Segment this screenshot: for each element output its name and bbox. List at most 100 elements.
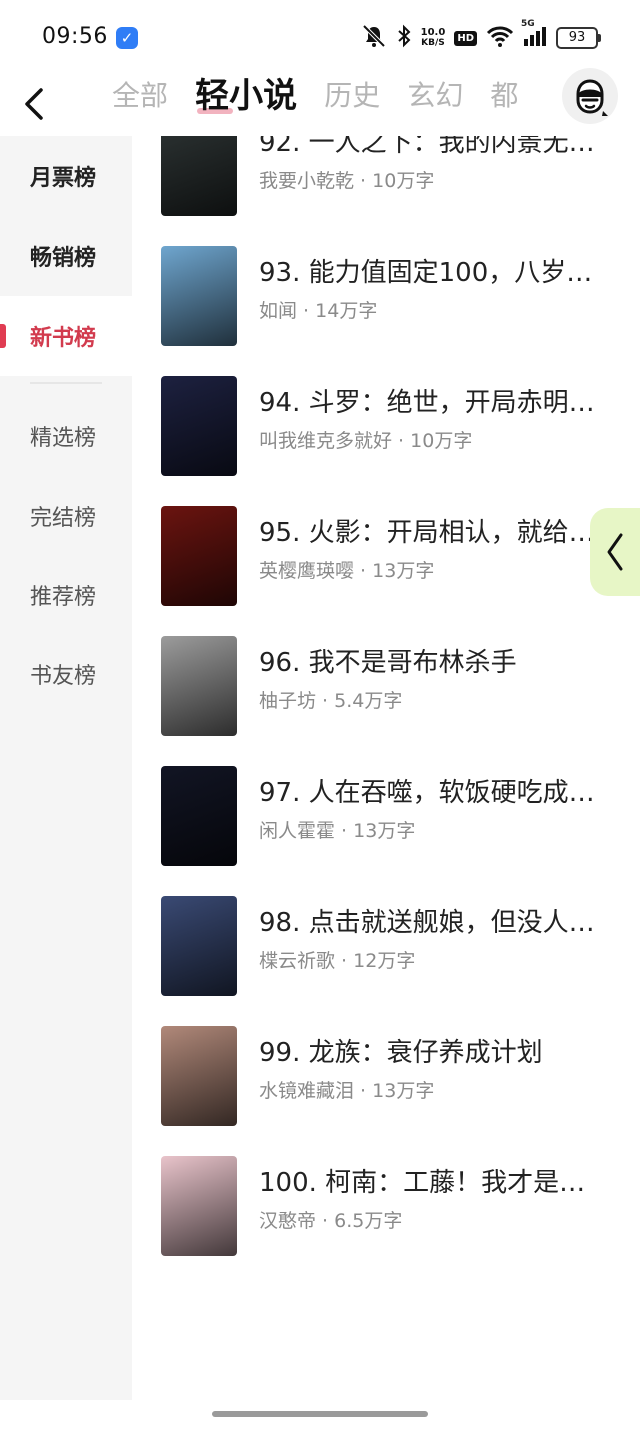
book-title: 97. 人在吞噬，软饭硬吃成真神 [259,778,604,808]
book-title: 96. 我不是哥布林杀手 [259,648,517,678]
category-tabs: 全部 轻小说 历史 玄幻 都 [112,72,552,136]
book-cover [161,1156,237,1256]
chevron-left-icon [607,533,623,571]
status-icons: 10.0 KB/S HD 5G 93 [361,19,601,54]
book-word-count: 6.5万字 [334,1210,403,1232]
list-item[interactable]: 96. 我不是哥布林杀手 柚子坊 · 5.4万字 [132,636,640,740]
sidebar-item-label: 月票榜 [30,166,97,191]
hd-badge: HD [454,30,477,46]
book-author: 水镜难藏泪 [259,1080,355,1102]
sidebar-item-bestseller[interactable]: 畅销榜 [0,216,132,296]
book-author: 如闻 [259,300,298,322]
book-meta: 柚子坊 · 5.4万字 [259,686,402,713]
meta-separator: · [297,300,316,322]
sidebar-item-label: 书友榜 [30,664,97,689]
tab-urban[interactable]: 都 [490,72,518,120]
book-word-count: 14万字 [315,300,378,322]
list-item[interactable]: 94. 斗罗：绝世，开局赤明九天图 叫我维克多就好 · 10万字 [132,376,640,480]
list-item[interactable]: 93. 能力值固定100，八岁海军大将 如闻 · 14万字 [132,246,640,350]
meta-separator: · [335,820,354,842]
sidebar-item-new-book[interactable]: 新书榜 [0,296,132,376]
book-title: 92. 一人之下：我的内景无视代价 [259,136,604,158]
book-cover [161,766,237,866]
tab-all[interactable]: 全部 [112,72,168,120]
side-panel-handle[interactable] [590,508,640,596]
app-notification-icon: ✓ [116,27,138,49]
book-cover [161,246,237,346]
sidebar-item-label: 推荐榜 [30,585,97,610]
tab-light-novel[interactable]: 轻小说 [195,72,297,120]
book-cover [161,136,237,216]
meta-separator: · [392,430,411,452]
status-time: 09:56 [42,24,108,49]
book-word-count: 13万字 [372,560,435,582]
bluetooth-icon [396,24,412,52]
book-title: 100. 柯南：工藤！我才是凶手！ [259,1168,604,1198]
book-word-count: 10万字 [410,430,473,452]
meta-separator: · [354,170,373,192]
book-meta: 闲人霍霍 · 13万字 [259,816,415,843]
book-word-count: 13万字 [372,1080,435,1102]
meta-separator: · [335,950,354,972]
sidebar-item-completed[interactable]: 完结榜 [0,476,132,556]
book-title: 95. 火影：开局相认，就给我三千万 [259,518,604,548]
avatar-face-icon [576,79,608,116]
net-speed: 10.0 KB/S [420,27,446,49]
sidebar-item-featured[interactable]: 精选榜 [0,396,132,476]
book-word-count: 10万字 [372,170,435,192]
meta-separator: · [316,690,335,712]
back-button[interactable] [16,80,52,128]
book-word-count: 13万字 [353,820,416,842]
book-author: 我要小乾乾 [259,170,355,192]
meta-separator: · [316,1210,335,1232]
home-indicator[interactable] [212,1411,428,1417]
wifi-icon [486,25,514,51]
list-item[interactable]: 92. 一人之下：我的内景无视代价 我要小乾乾 · 10万字 [132,136,640,220]
book-author: 楪云祈歌 [259,950,336,972]
sidebar-item-reader-friends[interactable]: 书友榜 [0,634,132,714]
mute-bell-icon [361,24,387,52]
book-author: 英樱鹰瑛嘤 [259,560,355,582]
book-cover [161,896,237,996]
active-indicator [0,324,6,348]
battery-icon: 93 [556,27,601,49]
book-meta: 我要小乾乾 · 10万字 [259,166,434,193]
book-title: 99. 龙族：衰仔养成计划 [259,1038,543,1068]
book-title: 94. 斗罗：绝世，开局赤明九天图 [259,388,604,418]
sidebar-item-recommended[interactable]: 推荐榜 [0,555,132,635]
book-cover [161,636,237,736]
tab-fantasy[interactable]: 玄幻 [407,72,463,120]
book-meta: 楪云祈歌 · 12万字 [259,946,415,973]
ranking-sidebar: 月票榜 畅销榜 新书榜 精选榜 完结榜 推荐榜 书友榜 [0,136,132,1400]
book-meta: 英樱鹰瑛嘤 · 13万字 [259,556,434,583]
sidebar-item-monthly-ticket[interactable]: 月票榜 [0,136,132,216]
sidebar-divider [30,382,102,384]
sidebar-item-label: 新书榜 [30,326,97,351]
book-cover [161,376,237,476]
tab-history[interactable]: 历史 [324,72,380,120]
book-cover [161,506,237,606]
book-meta: 叫我维克多就好 · 10万字 [259,426,472,453]
meta-separator: · [354,1080,373,1102]
sidebar-item-label: 畅销榜 [30,246,97,271]
book-cover [161,1026,237,1126]
book-meta: 如闻 · 14万字 [259,296,377,323]
back-arrow-icon [25,88,43,120]
header: 全部 轻小说 历史 玄幻 都 [0,68,640,136]
book-word-count: 12万字 [353,950,416,972]
book-title: 93. 能力值固定100，八岁海军大将 [259,258,604,288]
list-item[interactable]: 100. 柯南：工藤！我才是凶手！ 汉憨帝 · 6.5万字 [132,1156,640,1260]
sidebar-item-label: 完结榜 [30,506,97,531]
book-author: 汉憨帝 [259,1210,317,1232]
book-meta: 汉憨帝 · 6.5万字 [259,1206,402,1233]
list-item[interactable]: 97. 人在吞噬，软饭硬吃成真神 闲人霍霍 · 13万字 [132,766,640,870]
status-bar: 09:56 ✓ 10.0 KB/S HD 5G 93 [0,0,640,72]
book-list: 92. 一人之下：我的内景无视代价 我要小乾乾 · 10万字 93. 能力值固定… [132,136,640,1400]
list-item[interactable]: 98. 点击就送舰娘，但没人说有哈罗坊 楪云祈歌 · 12万字 [132,896,640,1000]
list-item[interactable]: 95. 火影：开局相认，就给我三千万 英樱鹰瑛嘤 · 13万字 [132,506,640,610]
book-word-count: 5.4万字 [334,690,403,712]
book-title: 98. 点击就送舰娘，但没人说有哈罗坊 [259,908,604,938]
avatar[interactable] [562,68,618,124]
list-item[interactable]: 99. 龙族：衰仔养成计划 水镜难藏泪 · 13万字 [132,1026,640,1130]
meta-separator: · [354,560,373,582]
